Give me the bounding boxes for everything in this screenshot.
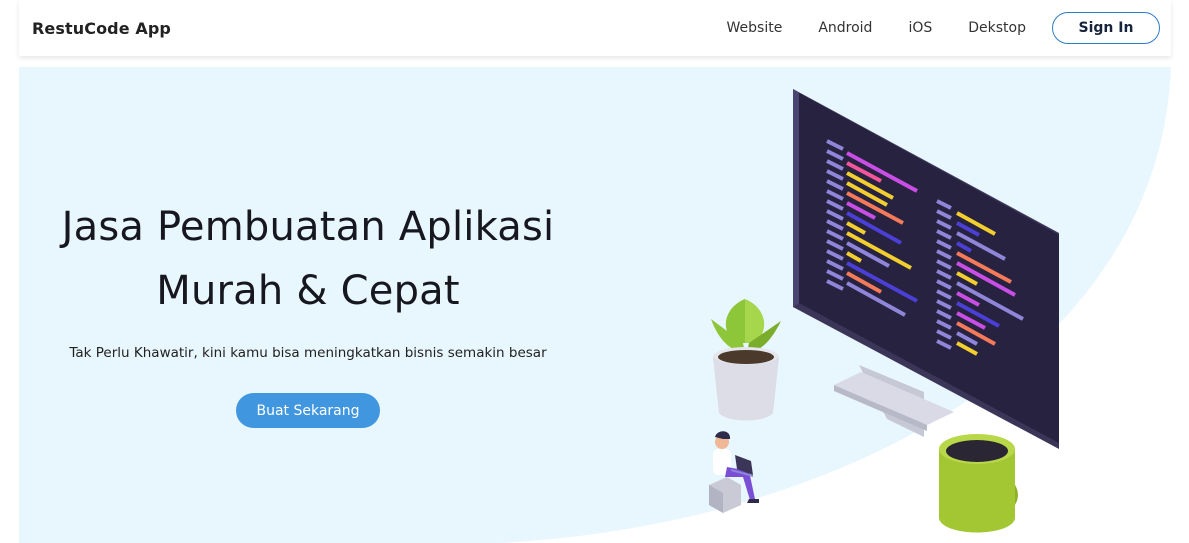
person-laptop-icon bbox=[709, 431, 759, 513]
navbar: RestuCode App Website Android iOS Deksto… bbox=[19, 0, 1171, 56]
buat-sekarang-button[interactable]: Buat Sekarang bbox=[236, 393, 380, 428]
hero-title-line-1: Jasa Pembuatan Aplikasi bbox=[61, 204, 555, 250]
nav-link-ios[interactable]: iOS bbox=[908, 20, 932, 36]
nav-link-desktop[interactable]: Dekstop bbox=[968, 20, 1026, 36]
nav-link-website[interactable]: Website bbox=[727, 20, 783, 36]
hero-title: Jasa Pembuatan Aplikasi Murah & Cepat bbox=[19, 195, 597, 323]
coffee-mug-icon bbox=[939, 434, 1018, 533]
nav-links: Website Android iOS Dekstop Sign In bbox=[727, 12, 1160, 44]
monitor-icon bbox=[793, 89, 1059, 449]
plant-pot-icon bbox=[711, 299, 781, 421]
hero-title-line-2: Murah & Cepat bbox=[156, 268, 460, 314]
hero-text: Jasa Pembuatan Aplikasi Murah & Cepat Ta… bbox=[19, 195, 597, 428]
hero-section: Jasa Pembuatan Aplikasi Murah & Cepat Ta… bbox=[19, 67, 1171, 543]
hero-subtitle: Tak Perlu Khawatir, kini kamu bisa menin… bbox=[69, 345, 547, 361]
brand-logo[interactable]: RestuCode App bbox=[32, 19, 171, 38]
nav-link-android[interactable]: Android bbox=[818, 20, 872, 36]
sign-in-button[interactable]: Sign In bbox=[1052, 12, 1160, 44]
